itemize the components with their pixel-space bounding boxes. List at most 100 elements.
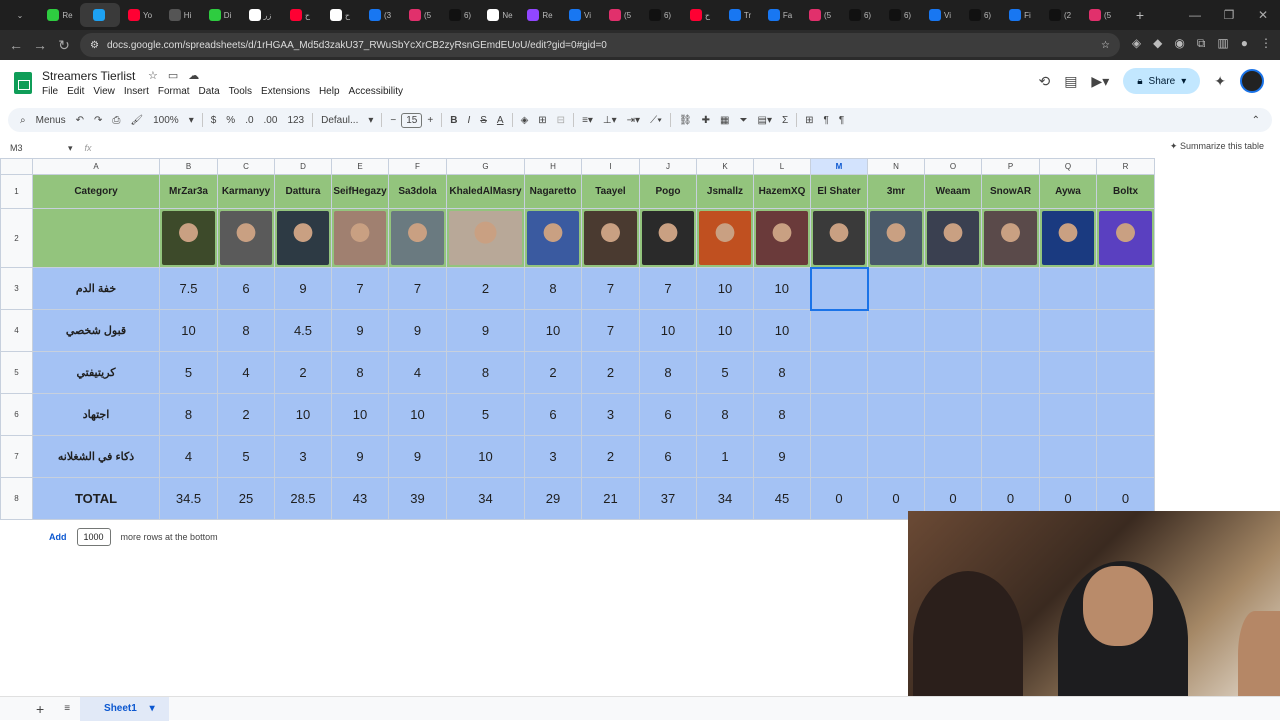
total-cell[interactable]: 28.5	[274, 477, 332, 520]
browser-tab[interactable]: (5	[800, 3, 840, 27]
header-cell-category[interactable]: Category	[32, 174, 160, 209]
score-cell[interactable]	[1096, 393, 1155, 436]
header-cell-streamer[interactable]: Pogo	[639, 174, 697, 209]
url-field[interactable]: ⚙ docs.google.com/spreadsheets/d/1rHGAA_…	[80, 33, 1120, 57]
functions-icon[interactable]: Σ	[777, 115, 793, 126]
score-cell[interactable]: 9	[274, 267, 332, 310]
score-cell[interactable]: 10	[274, 393, 332, 436]
score-cell[interactable]	[924, 393, 982, 436]
score-cell[interactable]	[981, 267, 1040, 310]
score-cell[interactable]	[1039, 309, 1097, 352]
category-cell[interactable]: ذكاء في الشغلانه	[32, 435, 160, 478]
score-cell[interactable]: 8	[217, 309, 275, 352]
score-cell[interactable]	[810, 435, 868, 478]
score-cell[interactable]	[981, 393, 1040, 436]
score-cell[interactable]: 2	[524, 351, 582, 394]
selected-cell[interactable]	[809, 266, 869, 311]
column-header-b[interactable]: B	[159, 158, 218, 175]
browser-tab[interactable]	[80, 3, 120, 27]
gemini-icon[interactable]: ✦	[1214, 73, 1226, 90]
minimize-icon[interactable]: —	[1178, 0, 1212, 30]
fill-color-icon[interactable]: ◈	[516, 115, 534, 126]
number-format-button[interactable]: 123	[282, 115, 309, 126]
score-cell[interactable]: 4	[217, 351, 275, 394]
header-cell-streamer[interactable]: Sa3dola	[388, 174, 447, 209]
menu-tools[interactable]: Tools	[229, 86, 252, 97]
photo-cell[interactable]	[924, 208, 982, 268]
score-cell[interactable]	[1096, 435, 1155, 478]
browser-menu-icon[interactable]: ⋮	[1260, 36, 1272, 51]
total-label-cell[interactable]: TOTAL	[32, 477, 160, 520]
menu-data[interactable]: Data	[199, 86, 220, 97]
row-header[interactable]: 3	[0, 267, 33, 310]
browser-tab[interactable]: Hi	[160, 3, 200, 27]
browser-tab[interactable]: Tr	[720, 3, 760, 27]
font-size-input[interactable]: 15	[401, 112, 423, 128]
header-cell-streamer[interactable]: MrZar3a	[159, 174, 218, 209]
header-cell-streamer[interactable]: Dattura	[274, 174, 332, 209]
score-cell[interactable]: 4	[159, 435, 218, 478]
add-rows-button[interactable]: Add	[49, 532, 67, 542]
total-cell[interactable]: 34	[446, 477, 525, 520]
summarize-table-button[interactable]: ✦ Summarize this table	[1170, 141, 1264, 152]
score-cell[interactable]	[924, 309, 982, 352]
header-cell-streamer[interactable]: Jsmallz	[696, 174, 754, 209]
header-cell-streamer[interactable]: Aywa	[1039, 174, 1097, 209]
score-cell[interactable]: 8	[524, 267, 582, 310]
score-cell[interactable]: 2	[274, 351, 332, 394]
column-header-k[interactable]: K	[696, 158, 754, 175]
browser-tab[interactable]: Re	[520, 3, 560, 27]
column-header-f[interactable]: F	[388, 158, 447, 175]
total-cell[interactable]: 43	[331, 477, 389, 520]
header-cell-streamer[interactable]: SnowAR	[981, 174, 1040, 209]
text-wrap-icon[interactable]: ⇥▾	[622, 115, 645, 126]
header-cell-streamer[interactable]: 3mr	[867, 174, 925, 209]
menu-insert[interactable]: Insert	[124, 86, 149, 97]
browser-tab[interactable]: Ne	[480, 3, 520, 27]
score-cell[interactable]: 7	[581, 309, 640, 352]
tab-sheet1[interactable]: Sheet1 ▾	[80, 696, 169, 721]
row-header[interactable]: 1	[0, 174, 33, 209]
score-cell[interactable]	[867, 267, 925, 310]
star-icon[interactable]: ☆	[148, 69, 158, 82]
photo-cell[interactable]	[331, 208, 389, 268]
photo-cell[interactable]	[981, 208, 1040, 268]
new-tab-button[interactable]: +	[1120, 3, 1160, 27]
total-cell[interactable]: 37	[639, 477, 697, 520]
score-cell[interactable]: 9	[388, 309, 447, 352]
chevron-down-icon[interactable]: ▾	[68, 143, 73, 154]
total-cell[interactable]: 34.5	[159, 477, 218, 520]
column-header-m[interactable]: M	[810, 158, 868, 175]
photo-cell[interactable]	[446, 208, 525, 268]
score-cell[interactable]	[1039, 351, 1097, 394]
total-cell[interactable]: 0	[810, 477, 868, 520]
sidebar-icon[interactable]: ▥	[1217, 36, 1228, 51]
score-cell[interactable]: 10	[388, 393, 447, 436]
score-cell[interactable]: 5	[446, 393, 525, 436]
browser-tab[interactable]: ح	[320, 3, 360, 27]
photo-cell[interactable]	[696, 208, 754, 268]
photo-cell[interactable]	[1039, 208, 1097, 268]
collapse-toolbar-icon[interactable]: ⌃	[1247, 115, 1272, 126]
score-cell[interactable]: 10	[331, 393, 389, 436]
row-header[interactable]: 7	[0, 435, 33, 478]
browser-tab[interactable]: 6)	[640, 3, 680, 27]
menu-accessibility[interactable]: Accessibility	[349, 86, 403, 97]
score-cell[interactable]: 8	[331, 351, 389, 394]
score-cell[interactable]	[1096, 267, 1155, 310]
browser-tab[interactable]: زر	[240, 3, 280, 27]
browser-tab[interactable]: Di	[200, 3, 240, 27]
browser-tab[interactable]: ح	[680, 3, 720, 27]
rows-count-input[interactable]: 1000	[76, 528, 111, 546]
photo-cell[interactable]	[274, 208, 332, 268]
score-cell[interactable]: 2	[446, 267, 525, 310]
filter-views-icon[interactable]: ▤▾	[753, 115, 777, 126]
browser-tab[interactable]: (5	[1080, 3, 1120, 27]
score-cell[interactable]: 8	[446, 351, 525, 394]
score-cell[interactable]: 10	[639, 309, 697, 352]
row-header[interactable]: 8	[0, 477, 33, 520]
extensions-puzzle-icon[interactable]: ⧉	[1197, 36, 1206, 51]
menu-format[interactable]: Format	[158, 86, 190, 97]
score-cell[interactable]	[1039, 393, 1097, 436]
strikethrough-icon[interactable]: S	[475, 115, 492, 126]
